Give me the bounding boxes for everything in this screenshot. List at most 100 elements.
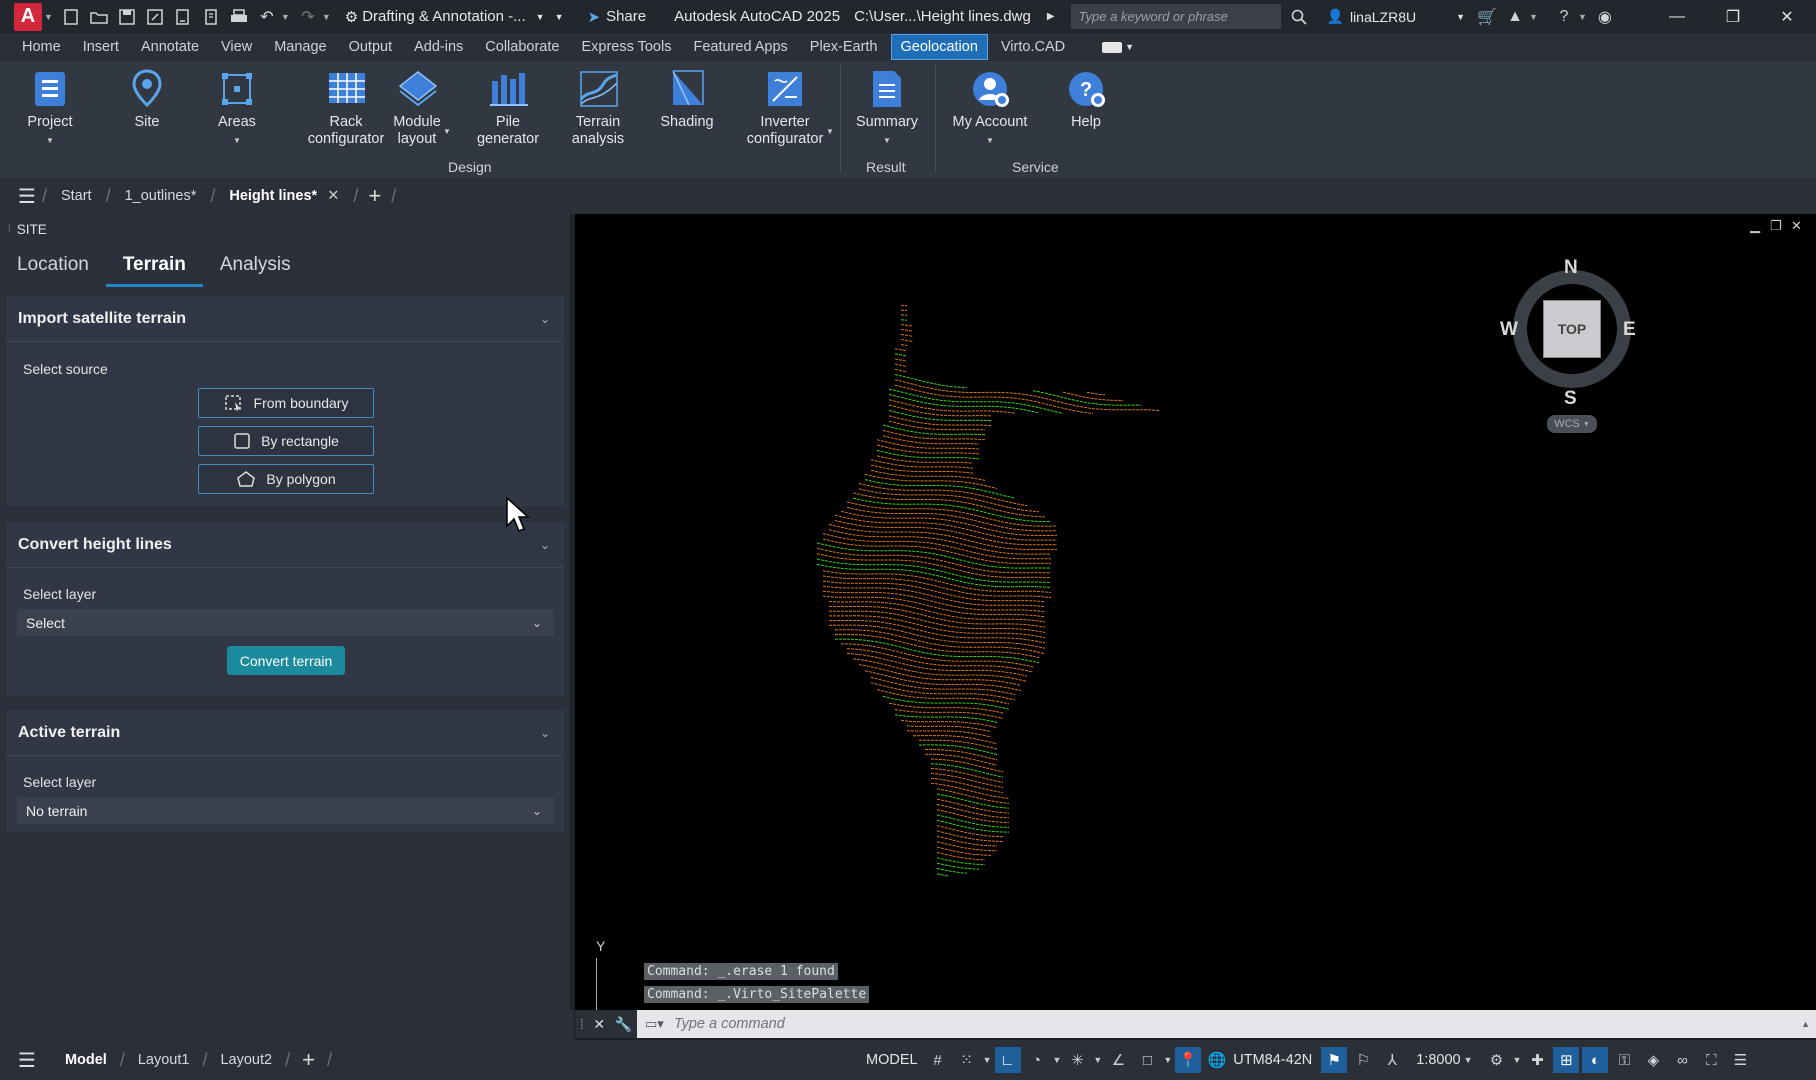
ribbon-tab-addins[interactable]: Add-ins <box>405 35 472 59</box>
web-mobile-icon[interactable] <box>199 5 223 29</box>
compass-south[interactable]: S <box>1564 388 1577 410</box>
customize-wrench-icon[interactable]: 🔧 <box>615 1016 632 1033</box>
customization-menu-icon[interactable]: ☰ <box>1727 1047 1753 1073</box>
file-tab-height-lines[interactable]: Height lines* ✕ <box>215 188 353 204</box>
polar-chevron-icon[interactable]: ▼ <box>1053 1055 1062 1065</box>
customize-chevron-icon[interactable]: ▼ <box>555 12 564 22</box>
close-tab-icon[interactable]: ✕ <box>327 188 339 204</box>
viewcube-top-face[interactable]: TOP <box>1543 300 1601 358</box>
layout-tab-layout1[interactable]: Layout1 <box>125 1052 203 1068</box>
object-snap-icon[interactable]: □ <box>1134 1047 1160 1073</box>
chevron-down-icon[interactable]: ⌄ <box>540 538 550 552</box>
summary-button[interactable]: Summary ▼ <box>852 69 922 149</box>
ribbon-tab-home[interactable]: Home <box>13 35 70 59</box>
model-space-toggle[interactable]: MODEL <box>866 1052 918 1068</box>
publish-icon[interactable] <box>171 5 195 29</box>
hamburger-menu-icon[interactable]: ☰ <box>18 184 36 209</box>
scale-chevron-icon[interactable]: ▼ <box>1464 1055 1473 1065</box>
add-layout-plus-icon[interactable]: + <box>290 1047 327 1073</box>
app-menu-chevron-icon[interactable]: ▼ <box>44 12 53 22</box>
convert-layer-select[interactable]: Select ⌄ <box>17 609 554 636</box>
ortho-icon[interactable]: ∟ <box>994 1047 1021 1073</box>
snap-chevron-icon[interactable]: ▼ <box>983 1055 992 1065</box>
clean-screen-icon[interactable]: ⛶ <box>1698 1047 1724 1073</box>
autocad-logo[interactable]: A <box>14 2 42 31</box>
close-command-icon[interactable]: ✕ <box>593 1016 605 1033</box>
site-button[interactable]: Site <box>128 69 166 131</box>
snap-icon[interactable]: ⁙ <box>954 1047 980 1073</box>
ribbon-tab-insert[interactable]: Insert <box>74 35 128 59</box>
autodesk-a360-icon[interactable]: ▲ <box>1503 5 1527 29</box>
ribbon-tab-geolocation[interactable]: Geolocation <box>890 34 988 60</box>
a360-chevron-icon[interactable]: ▼ <box>1529 12 1538 22</box>
ribbon-tab-featured-apps[interactable]: Featured Apps <box>684 35 796 59</box>
object-snap-tracking-icon[interactable]: ∠ <box>1105 1047 1131 1073</box>
user-account-menu[interactable]: 👤 linaLZR8U ▼ <box>1327 8 1466 25</box>
redo-icon[interactable]: ↷ <box>296 5 320 29</box>
help-chevron-icon[interactable]: ▼ <box>1578 12 1587 22</box>
isometric-icon[interactable]: ✳ <box>1064 1047 1090 1073</box>
save-icon[interactable] <box>115 5 139 29</box>
chevron-down-icon[interactable]: ⌄ <box>540 726 550 740</box>
file-tab-outlines[interactable]: 1_outlines* <box>111 188 211 204</box>
my-account-button[interactable]: My Account ▼ <box>950 69 1030 149</box>
workspace-switcher[interactable]: ⚙ Drafting & Annotation -... ▼ ▼ <box>345 8 564 26</box>
cart-icon[interactable]: 🛒 <box>1475 5 1499 29</box>
inverter-configurator-button[interactable]: Inverter configurator <box>740 69 830 148</box>
project-button[interactable]: Project ▼ <box>24 69 76 149</box>
file-tab-start[interactable]: Start <box>47 188 106 204</box>
shading-button[interactable]: Shading <box>658 69 716 131</box>
active-section-header[interactable]: Active terrain ⌄ <box>6 710 564 756</box>
palette-tab-analysis[interactable]: Analysis <box>203 248 308 287</box>
lock-ui-icon[interactable]: ⚿ <box>1611 1047 1637 1073</box>
new-tab-plus-icon[interactable]: + <box>358 183 391 209</box>
ucs-menu[interactable]: WCS ▼ <box>1547 415 1597 433</box>
terrain-analysis-button[interactable]: Terrain analysis <box>562 69 634 148</box>
annotation-scale-icon[interactable]: ⅄ <box>1379 1047 1405 1073</box>
workspace-chevron-icon[interactable]: ▼ <box>1513 1055 1522 1065</box>
help-button[interactable]: ? Help <box>1066 69 1106 131</box>
module-layout-button[interactable]: Module layout <box>386 69 448 148</box>
command-history-toggle-icon[interactable]: ▲ <box>1801 1019 1810 1029</box>
command-input[interactable]: Type a command <box>674 1016 785 1032</box>
units-icon[interactable]: ⊞ <box>1553 1047 1580 1073</box>
new-file-icon[interactable] <box>59 5 83 29</box>
areas-button[interactable]: Areas ▼ <box>214 69 260 149</box>
graphics-performance-icon[interactable]: ∞ <box>1669 1047 1695 1073</box>
ribbon-tab-plex-earth[interactable]: Plex-Earth <box>801 35 887 59</box>
annotation-scale-value[interactable]: 1:8000 <box>1416 1052 1460 1068</box>
share-button[interactable]: ➤ Share <box>588 8 647 26</box>
from-boundary-button[interactable]: From boundary <box>198 388 374 418</box>
restore-window-button[interactable]: ❐ <box>1710 0 1756 33</box>
compass-west[interactable]: W <box>1500 319 1518 341</box>
isolate-objects-icon[interactable]: ◈ <box>1640 1047 1666 1073</box>
search-icon[interactable] <box>1287 5 1311 29</box>
stay-connected-icon[interactable]: ◉ <box>1593 5 1617 29</box>
grip-icon[interactable]: ⁞ <box>8 224 11 235</box>
osnap-chevron-icon[interactable]: ▼ <box>1163 1055 1172 1065</box>
command-line[interactable]: ⁞ ✕ 🔧 ▭▾ Type a command ▲ <box>575 1010 1816 1038</box>
auto-scale-icon[interactable]: ⚐ <box>1350 1047 1376 1073</box>
close-window-button[interactable]: ✕ <box>1764 0 1810 33</box>
rack-configurator-button[interactable]: Rack configurator <box>296 69 396 148</box>
open-folder-icon[interactable] <box>87 5 111 29</box>
import-section-header[interactable]: Import satellite terrain ⌄ <box>6 296 564 342</box>
globe-icon[interactable]: 🌐 <box>1204 1047 1230 1073</box>
palette-header[interactable]: ⁞ SITE <box>0 214 574 244</box>
ribbon-tab-manage[interactable]: Manage <box>265 35 335 59</box>
drawing-canvas[interactable]: ▁ ❐ ✕ N S E W TOP WCS ▼ Y Command: _.era… <box>575 214 1816 1010</box>
chevron-down-icon[interactable]: ⌄ <box>540 312 550 326</box>
quick-properties-icon[interactable]: ◐ <box>1582 1047 1609 1073</box>
grid-icon[interactable]: # <box>925 1047 951 1073</box>
ribbon-tab-annotate[interactable]: Annotate <box>132 35 208 59</box>
compass-north[interactable]: N <box>1564 257 1578 279</box>
help-icon[interactable]: ? <box>1552 5 1576 29</box>
ribbon-tab-express-tools[interactable]: Express Tools <box>572 35 680 59</box>
plot-icon[interactable] <box>227 5 251 29</box>
search-input[interactable]: Type a keyword or phrase <box>1070 4 1281 29</box>
workspace-gear-icon[interactable]: ⚙ <box>1484 1047 1510 1073</box>
annotation-monitor-icon[interactable]: ✚ <box>1524 1047 1550 1073</box>
convert-terrain-button[interactable]: Convert terrain <box>227 646 345 675</box>
convert-section-header[interactable]: Convert height lines ⌄ <box>6 522 564 568</box>
viewcube[interactable]: N S E W TOP WCS ▼ <box>1497 257 1647 433</box>
